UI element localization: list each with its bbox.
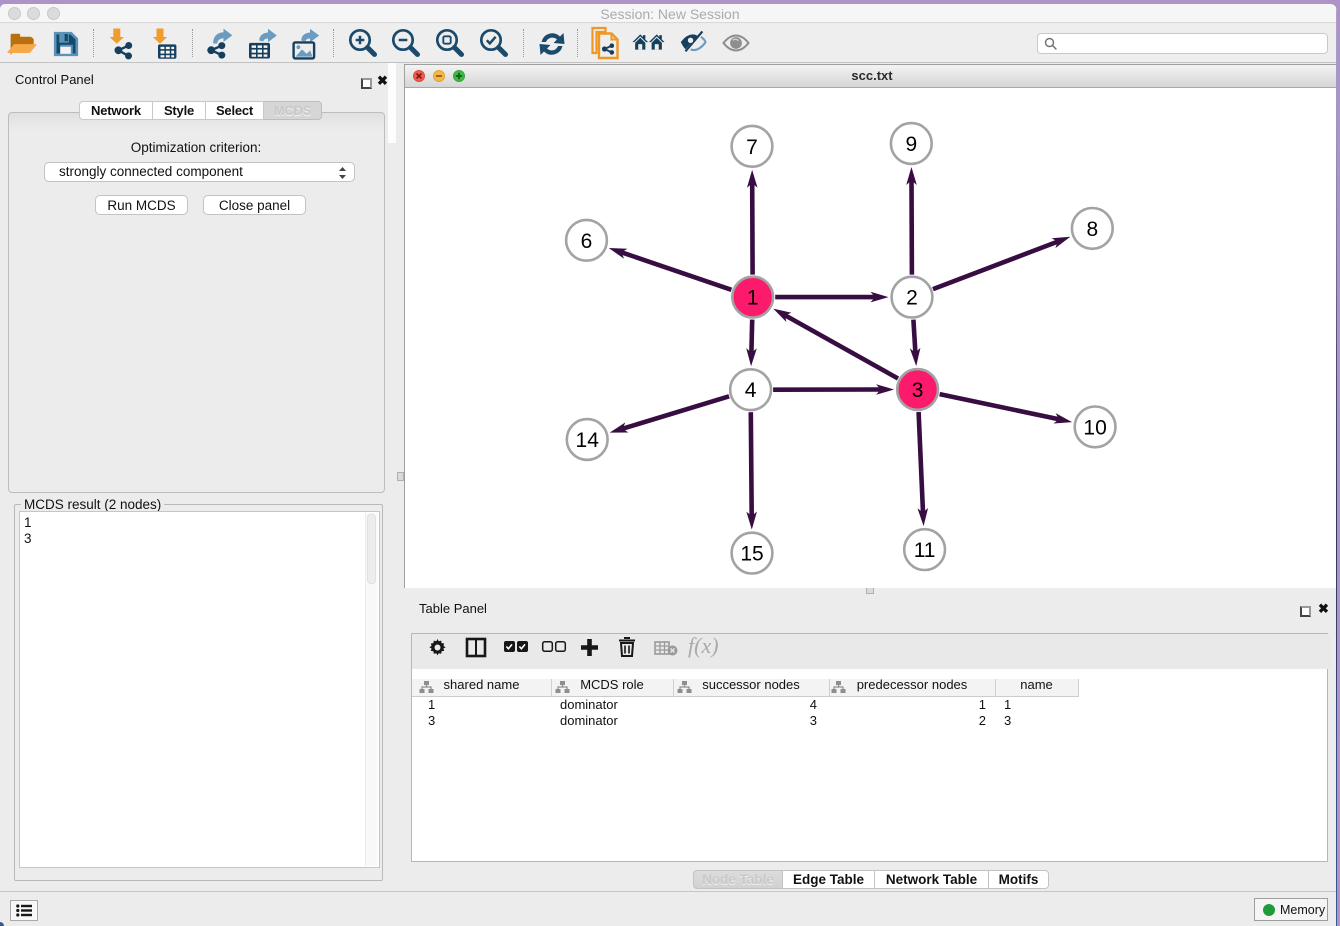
svg-text:3: 3 (912, 379, 924, 402)
svg-text:14: 14 (576, 429, 600, 452)
svg-text:15: 15 (740, 543, 763, 566)
svg-text:11: 11 (914, 539, 936, 562)
svg-text:10: 10 (1083, 416, 1106, 439)
svg-text:9: 9 (905, 133, 917, 156)
svg-text:4: 4 (745, 379, 757, 402)
svg-text:2: 2 (906, 287, 918, 310)
svg-text:6: 6 (581, 230, 593, 253)
svg-text:8: 8 (1086, 218, 1098, 241)
svg-text:7: 7 (746, 136, 758, 159)
svg-text:1: 1 (747, 287, 759, 310)
